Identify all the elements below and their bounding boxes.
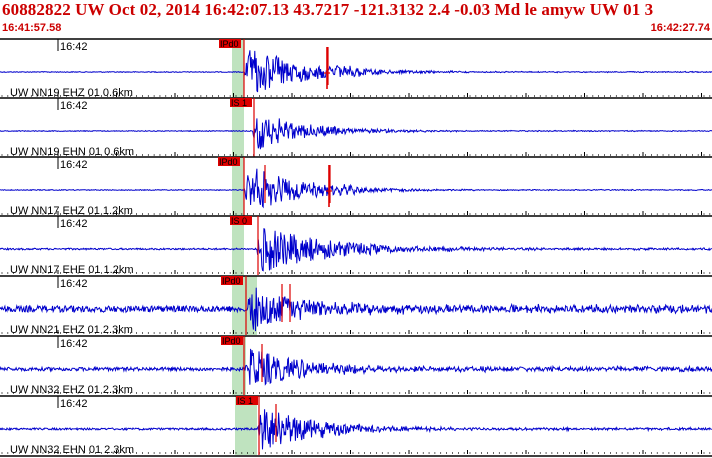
pick-label: IS 1 [237, 396, 253, 406]
seismogram-panels: 16:42 IPd0UW NN19 EHZ 01 0.6km16:42 IS 1UW… [0, 38, 712, 457]
pick-label: IPd0 [222, 276, 241, 286]
minute-tick-label: 16:42 [60, 398, 88, 410]
trace-panel: 16:42 IPd0UW NN19 EHZ 01 0.6km [0, 38, 712, 99]
channel-label: UW NN21 EHZ 01 2.3km [10, 324, 133, 336]
trace-panel: 16:42 IPd0UW NN17 EHZ 01 1.2km [0, 156, 712, 217]
minute-tick-label: 16:42 [60, 100, 88, 112]
trace-panel: 16:42 IS 0 UW NN17 EHE 01 1.2km [0, 215, 712, 276]
trace-panel: 16:42 IPd0 UW NN21 EHZ 01 2.3km [0, 275, 712, 336]
minute-tick-label: 16:42 [60, 278, 88, 290]
waveform-trace [0, 118, 712, 150]
trace-panel: 16:42 IPd0 UW NN32 EHZ 01 2.3km [0, 335, 712, 396]
waveform-trace [0, 348, 712, 386]
channel-label: UW NN17 EHE 01 1.2km [10, 264, 133, 276]
pick-label: IPd0 [219, 157, 238, 167]
minute-tick-label: 16:42 [60, 338, 88, 350]
minute-tick-label: 16:42 [60, 218, 88, 230]
pick-label: IS 1 [231, 98, 247, 108]
pick-label: IS 0 [231, 216, 247, 226]
channel-label: UW NN32 EHZ 01 2.3km [10, 384, 133, 396]
trace-panel: 16:42 IS 1UW NN19 EHN 01 0.6km [0, 97, 712, 158]
minute-tick-label: 16:42 [60, 41, 88, 53]
waveform-trace [0, 168, 712, 209]
minute-tick-label: 16:42 [60, 159, 88, 171]
pick-label: IPd0 [222, 336, 241, 346]
pick-label: IPd0 [220, 39, 239, 49]
trace-panel: 16:42 IS 1 UW NN32 EHN 01 2.3km [0, 395, 712, 456]
channel-label: UW NN32 EHN 01 2.3km [10, 444, 134, 456]
waveform-trace [0, 50, 712, 93]
